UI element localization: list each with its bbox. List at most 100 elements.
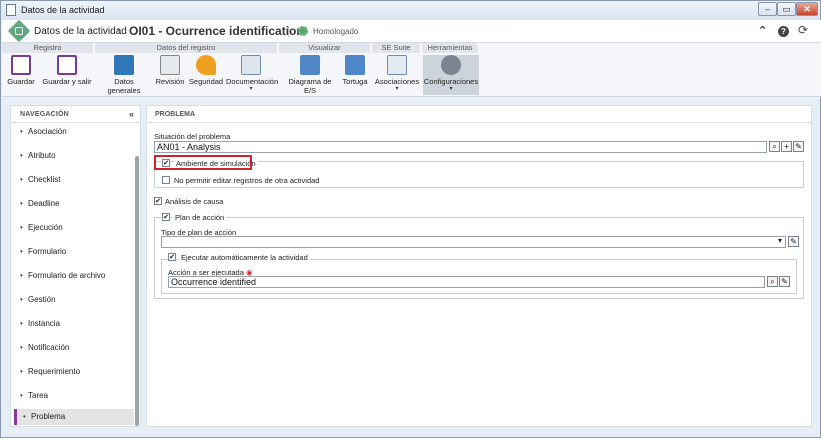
bullet: • bbox=[20, 199, 23, 208]
nav-item-label: Gestión bbox=[28, 295, 56, 304]
bullet: • bbox=[20, 319, 23, 328]
sidebar-scrollbar[interactable] bbox=[135, 156, 139, 426]
bullet: • bbox=[20, 271, 23, 280]
minimize-button[interactable]: – bbox=[758, 2, 777, 16]
save-exit-label: Guardar y salir bbox=[42, 77, 92, 86]
no-edit-label: No permitir editar registros de otra act… bbox=[174, 176, 320, 185]
bullet: • bbox=[20, 367, 23, 376]
close-button[interactable]: ✕ bbox=[796, 2, 818, 16]
nav-item-tarea[interactable]: • Tarea bbox=[20, 388, 134, 404]
revision-button[interactable]: Revisión bbox=[154, 55, 186, 95]
clear-icon[interactable]: ✎ bbox=[788, 236, 799, 247]
highlight-annotation bbox=[154, 155, 252, 170]
general-data-icon bbox=[114, 55, 134, 75]
nav-item-asociacion[interactable]: • Asociación bbox=[20, 124, 134, 140]
es-diagram-button[interactable]: Diagrama de E/S bbox=[282, 55, 338, 95]
nav-item-label: Formulario bbox=[28, 247, 67, 256]
general-data-button[interactable]: Datos generales bbox=[98, 55, 150, 95]
auto-exec-label: Ejecutar automáticamente la actividad bbox=[179, 253, 310, 262]
nav-item-atributo[interactable]: • Atributo bbox=[20, 148, 134, 164]
gears-icon bbox=[441, 55, 461, 75]
no-edit-checkbox[interactable] bbox=[162, 176, 170, 184]
action-field[interactable]: Occurrence identified bbox=[168, 276, 765, 288]
title-bar: Datos de la actividad – ▭ ✕ bbox=[1, 1, 820, 20]
bullet: • bbox=[20, 127, 23, 136]
bullet: • bbox=[20, 247, 23, 256]
nav-item-formulario-archivo[interactable]: • Formulario de archivo bbox=[20, 268, 134, 284]
nav-item-label: Problema bbox=[31, 412, 66, 421]
nav-item-deadline[interactable]: • Deadline bbox=[20, 196, 134, 212]
dropdown-caret-icon: ▾ bbox=[395, 86, 399, 92]
auto-exec-checkbox[interactable]: ✔ bbox=[168, 253, 176, 261]
search-icon[interactable]: ⌕ bbox=[767, 276, 778, 287]
documentation-label: Documentación bbox=[226, 77, 279, 86]
turtle-button[interactable]: Tortuga bbox=[340, 55, 370, 95]
cause-analysis-label: Análisis de causa bbox=[165, 197, 224, 206]
nav-item-label: Instancia bbox=[28, 319, 61, 328]
nav-item-requerimiento[interactable]: • Requerimiento bbox=[20, 364, 134, 380]
nav-item-ejecucion[interactable]: • Ejecución bbox=[20, 220, 134, 236]
revision-label: Revisión bbox=[155, 77, 185, 86]
cause-analysis-checkbox[interactable]: ✔ bbox=[154, 197, 162, 205]
bullet: • bbox=[20, 151, 23, 160]
bullet: • bbox=[23, 412, 26, 421]
ribbon-toolbar: Registro Datos del registro Visualizar S… bbox=[2, 43, 821, 97]
general-data-label: Datos generales bbox=[107, 77, 141, 95]
group-datos-registro: Datos del registro bbox=[95, 43, 278, 53]
nav-item-checklist[interactable]: • Checklist bbox=[20, 172, 134, 188]
clear-icon[interactable]: ✎ bbox=[793, 141, 804, 152]
window-title: Datos de la actividad bbox=[21, 5, 105, 15]
search-icon[interactable]: ⌕ bbox=[769, 141, 780, 152]
documentation-button[interactable]: Documentación ▾ bbox=[226, 55, 279, 95]
turtle-icon bbox=[345, 55, 365, 75]
navigation-sidebar: NAVEGACIÓN « • Asociación • Atributo • Chec… bbox=[10, 105, 141, 427]
save-exit-icon bbox=[57, 55, 77, 75]
associations-button[interactable]: Asociaciones ▾ bbox=[374, 55, 420, 95]
floppy-icon bbox=[11, 55, 31, 75]
collapse-up-icon[interactable]: ⌃ bbox=[758, 24, 767, 37]
logo-mark bbox=[15, 27, 23, 35]
dropdown-caret-icon: ▾ bbox=[249, 86, 253, 92]
problem-panel: PROBLEMA Situación del problema AN01 - A… bbox=[146, 105, 812, 427]
app-header: Datos de la actividad › OI01 - Ocurrence… bbox=[2, 19, 821, 43]
nav-item-label: Checklist bbox=[28, 175, 61, 184]
nav-item-instancia[interactable]: • Instancia bbox=[20, 316, 134, 332]
clear-icon[interactable]: ✎ bbox=[779, 276, 790, 287]
security-label: Seguridad bbox=[188, 77, 224, 86]
configurations-label: Configuraciones bbox=[423, 77, 479, 86]
diagram-icon bbox=[300, 55, 320, 75]
save-button[interactable]: Guardar bbox=[6, 55, 36, 95]
refresh-icon[interactable]: ⟳ bbox=[798, 23, 808, 37]
nav-item-label: Tarea bbox=[28, 391, 49, 400]
associations-icon bbox=[387, 55, 407, 75]
maximize-button[interactable]: ▭ bbox=[777, 2, 796, 16]
breadcrumb-chevron-icon: › bbox=[117, 24, 121, 38]
nav-item-formulario[interactable]: • Formulario bbox=[20, 244, 134, 260]
es-diagram-label: Diagrama de E/S bbox=[288, 77, 332, 95]
nav-item-problema[interactable]: • Problema bbox=[14, 409, 134, 425]
documentation-icon bbox=[241, 55, 261, 75]
select-arrow-icon[interactable]: ▾ bbox=[778, 236, 782, 245]
associations-label: Asociaciones bbox=[374, 77, 420, 86]
bullet: • bbox=[20, 175, 23, 184]
situation-field[interactable]: AN01 - Analysis bbox=[154, 141, 767, 153]
help-icon[interactable]: ? bbox=[778, 26, 789, 37]
security-button[interactable]: Seguridad bbox=[188, 55, 224, 95]
status-label: Homologado bbox=[313, 27, 359, 36]
group-visualizar: Visualizar bbox=[279, 43, 371, 53]
group-registro: Registro bbox=[2, 43, 94, 53]
nav-item-gestion[interactable]: • Gestión bbox=[20, 292, 134, 308]
record-title: OI01 - Ocurrence identification bbox=[129, 24, 304, 38]
add-icon[interactable]: + bbox=[781, 141, 792, 152]
action-plan-checkbox[interactable]: ✔ bbox=[162, 213, 170, 221]
status-gear-icon bbox=[298, 26, 308, 36]
nav-item-label: Asociación bbox=[28, 127, 67, 136]
nav-item-notificacion[interactable]: • Notificación bbox=[20, 340, 134, 356]
collapse-sidebar-icon[interactable]: « bbox=[129, 109, 134, 119]
nav-item-label: Formulario de archivo bbox=[28, 271, 106, 280]
save-and-exit-button[interactable]: Guardar y salir bbox=[42, 55, 92, 95]
plan-type-select[interactable] bbox=[161, 236, 786, 248]
bullet: • bbox=[20, 391, 23, 400]
configurations-button[interactable]: Configuraciones ▾ bbox=[423, 55, 479, 95]
situation-label: Situación del problema bbox=[154, 132, 231, 141]
